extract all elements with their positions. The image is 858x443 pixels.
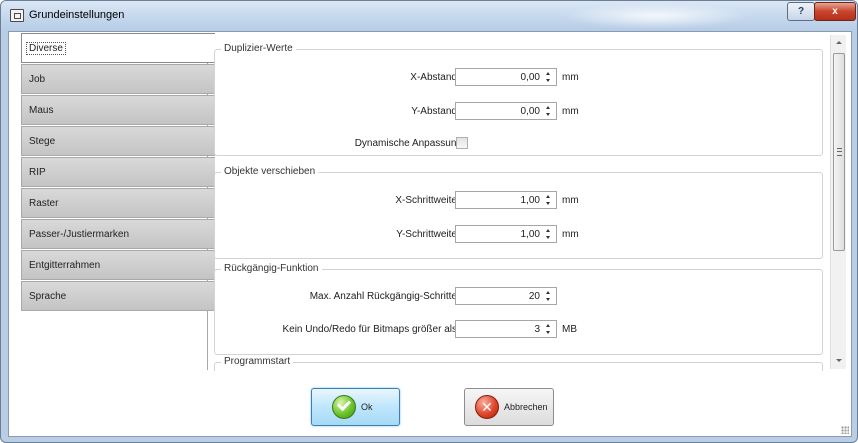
resize-grip-icon[interactable] <box>841 426 849 434</box>
tab-label: Sprache <box>29 290 67 302</box>
dynamische-anpassung-checkbox[interactable] <box>456 137 468 149</box>
unit-label: mm <box>562 106 579 117</box>
y-schrittweite-label: Y-Schrittweite <box>396 229 457 240</box>
dialog-client-area: Diverse Job Maus Stege RIP Raster Passer… <box>8 31 852 437</box>
dynamische-anpassung-row: Dynamische Anpassung <box>215 134 822 154</box>
x-abstand-label: X-Abstand <box>410 72 457 83</box>
unit-label: mm <box>562 229 579 240</box>
spinner-value: 1,00 <box>520 229 540 240</box>
group-title: Rückgängig-Funktion <box>221 263 322 274</box>
y-abstand-row: Y-Abstand 0,00 mm <box>215 102 822 122</box>
max-undo-row: Max. Anzahl Rückgängig-Schritte 20 <box>215 287 822 307</box>
tab-passer-justiermarken[interactable]: Passer-/Justiermarken <box>21 219 215 249</box>
dynamische-anpassung-label: Dynamische Anpassung <box>354 138 462 149</box>
spinner-value: 3 <box>534 324 540 335</box>
group-duplizier-werte: Duplizier-Werte X-Abstand 0,00 mm Y-Abst… <box>214 43 823 156</box>
cancel-button[interactable]: ✕ Abbrechen <box>464 388 554 426</box>
scroll-thumb[interactable] <box>833 53 845 251</box>
grip-icon <box>837 148 842 156</box>
help-button[interactable]: ? <box>787 2 815 21</box>
spinner-arrows-icon[interactable] <box>544 105 553 118</box>
tab-sprache[interactable]: Sprache <box>21 281 215 311</box>
bitmap-limit-spinner[interactable]: 3 <box>455 320 557 338</box>
ok-button[interactable]: Ok <box>311 388 400 426</box>
group-rueckgaengig-funktion: Rückgängig-Funktion Max. Anzahl Rückgäng… <box>214 263 823 355</box>
group-title: Duplizier-Werte <box>221 43 296 54</box>
max-undo-label: Max. Anzahl Rückgängig-Schritte <box>309 291 457 302</box>
close-button[interactable]: x <box>814 2 856 21</box>
title-glare <box>561 3 751 29</box>
settings-dialog: Grundeinstellungen ? x Diverse Job Maus … <box>0 0 858 443</box>
spinner-arrows-icon[interactable] <box>544 323 553 336</box>
y-abstand-spinner[interactable]: 0,00 <box>455 102 557 120</box>
tab-entgitterrahmen[interactable]: Entgitterrahmen <box>21 250 215 280</box>
app-icon <box>10 9 24 22</box>
x-schrittweite-spinner[interactable]: 1,00 <box>455 191 557 209</box>
bitmap-limit-row: Kein Undo/Redo für Bitmaps größer als 3 … <box>215 320 822 340</box>
cancel-label: Abbrechen <box>504 402 548 412</box>
tab-label: Maus <box>29 104 54 116</box>
x-schrittweite-row: X-Schrittweite 1,00 mm <box>215 191 822 211</box>
spinner-value: 1,00 <box>520 195 540 206</box>
tab-job[interactable]: Job <box>21 64 215 94</box>
ok-label: Ok <box>361 402 373 412</box>
spinner-value: 20 <box>528 291 540 302</box>
x-abstand-spinner[interactable]: 0,00 <box>455 68 557 86</box>
spinner-arrows-icon[interactable] <box>544 290 553 303</box>
category-tabs: Diverse Job Maus Stege RIP Raster Passer… <box>21 33 215 312</box>
tab-stege[interactable]: Stege <box>21 126 215 156</box>
scroll-down-icon[interactable] <box>836 359 842 362</box>
max-undo-spinner[interactable]: 20 <box>455 287 557 305</box>
checkmark-icon <box>332 395 356 419</box>
spinner-arrows-icon[interactable] <box>544 71 553 84</box>
unit-label: MB <box>562 324 577 335</box>
unit-label: mm <box>562 195 579 206</box>
button-bar: Ok ✕ Abbrechen <box>9 371 851 436</box>
tab-label: Diverse <box>26 41 66 55</box>
tab-label: RIP <box>29 166 46 178</box>
tab-label: Passer-/Justiermarken <box>29 228 130 240</box>
y-abstand-label: Y-Abstand <box>411 106 457 117</box>
scroll-up-icon[interactable] <box>836 41 842 44</box>
window-title: Grundeinstellungen <box>29 9 125 21</box>
tab-label: Entgitterrahmen <box>29 259 101 271</box>
group-title: Programmstart <box>221 356 294 367</box>
y-schrittweite-row: Y-Schrittweite 1,00 mm <box>215 225 822 245</box>
unit-label: mm <box>562 72 579 83</box>
tab-rip[interactable]: RIP <box>21 157 215 187</box>
group-objekte-verschieben: Objekte verschieben X-Schrittweite 1,00 … <box>214 166 823 259</box>
tab-label: Job <box>29 73 46 85</box>
x-cross-icon: ✕ <box>475 395 499 419</box>
spinner-value: 0,00 <box>520 72 540 83</box>
x-abstand-row: X-Abstand 0,00 mm <box>215 68 822 88</box>
tab-diverse[interactable]: Diverse <box>21 33 215 63</box>
vertical-scrollbar[interactable] <box>830 35 846 369</box>
bitmap-limit-label: Kein Undo/Redo für Bitmaps größer als <box>282 324 457 335</box>
y-schrittweite-spinner[interactable]: 1,00 <box>455 225 557 243</box>
x-schrittweite-label: X-Schrittweite <box>395 195 457 206</box>
group-title: Objekte verschieben <box>221 166 319 177</box>
tab-label: Raster <box>29 197 59 209</box>
spinner-arrows-icon[interactable] <box>544 228 553 241</box>
tab-label: Stege <box>29 135 56 147</box>
tab-maus[interactable]: Maus <box>21 95 215 125</box>
title-bar[interactable]: Grundeinstellungen ? x <box>1 1 857 31</box>
tab-raster[interactable]: Raster <box>21 188 215 218</box>
spinner-value: 0,00 <box>520 106 540 117</box>
spinner-arrows-icon[interactable] <box>544 194 553 207</box>
